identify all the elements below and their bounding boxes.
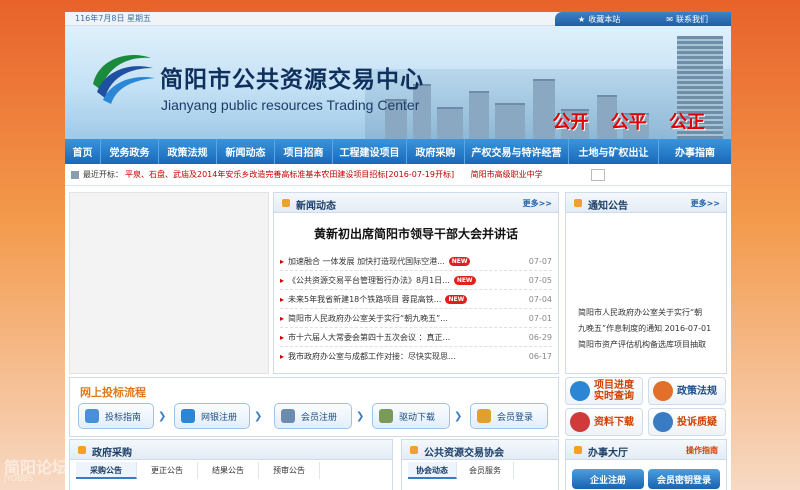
notice-title: 通知公告	[588, 201, 628, 212]
arrow-icon: ▸	[280, 276, 285, 285]
tab-result-notice[interactable]: 结果公告	[198, 462, 259, 479]
arrow-icon: ▸	[280, 257, 285, 266]
hall-title: 办事大厅	[588, 448, 628, 459]
progress-query-button[interactable]: 项目进度 实时查询	[565, 377, 643, 405]
association-tabs: 协会动态 会员服务	[408, 462, 514, 479]
key-login-button[interactable]: 会员密钥登录	[648, 469, 720, 489]
notice-header: 通知公告 更多>>	[566, 193, 726, 213]
flow-title: 网上投标流程	[80, 386, 146, 399]
arrow-icon: ▸	[280, 333, 285, 342]
news-list: ▸ 加速融合 一体发展 加快打造现代国际空港... NEW 07-07 ▸ 《公共资源交…	[274, 252, 558, 366]
login-icon	[477, 409, 491, 423]
complaint-button[interactable]: 投诉质疑	[648, 408, 726, 436]
progress-icon	[570, 381, 590, 401]
download-button[interactable]: 资料下载	[565, 408, 643, 436]
arrow-icon: ❯	[158, 411, 167, 422]
notice-scroll[interactable]: 简阳市人民政府办公室关于实行“朝 九晚五”作息制度的通知 2016-07-01 …	[578, 305, 722, 353]
bank-register-button[interactable]: 网银注册	[174, 403, 250, 429]
association-bullet-icon	[410, 446, 418, 454]
service-hall-panel: 办事大厅 操作指南 企业注册 会员密钥登录	[565, 439, 727, 490]
news-title: 新闻动态	[296, 201, 336, 212]
image-slideshow[interactable]	[69, 192, 269, 374]
notice-line: 九晚五”作息制度的通知 2016-07-01	[578, 324, 712, 333]
member-register-button[interactable]: 会员注册	[274, 403, 352, 429]
news-more-link[interactable]: 更多>>	[523, 198, 552, 209]
policy-icon	[653, 381, 673, 401]
tab-prequalification-notice[interactable]: 预审公告	[259, 462, 320, 479]
news-item[interactable]: ▸ 未来5年我省新建18个铁路项目 蓉昆高铁... NEW 07-04	[280, 290, 552, 309]
hall-header: 办事大厅 操作指南	[566, 440, 726, 460]
notice-panel: 通知公告 更多>> 简阳市人民政府办公室关于实行“朝 九晚五”作息制度的通知 2…	[565, 192, 727, 374]
procurement-bullet-icon	[78, 446, 86, 454]
procurement-title: 政府采购	[92, 448, 132, 459]
arrow-icon: ▸	[280, 295, 285, 304]
news-header: 新闻动态 更多>>	[274, 193, 558, 213]
arrow-icon: ▸	[280, 314, 285, 323]
bid-guide-button[interactable]: 投标指南	[78, 403, 154, 429]
news-item[interactable]: ▸ 我市政府办公室与成都工作对接：尽快实现思... 06-17	[280, 347, 552, 366]
notice-line: 简阳市人民政府办公室关于实行“朝	[578, 308, 703, 317]
news-panel: 新闻动态 更多>> 黄新初出席简阳市领导干部大会并讲话 ▸ 加速融合 一体发展 加…	[273, 192, 559, 374]
policy-button[interactable]: 政策法规	[648, 377, 726, 405]
download-icon	[570, 412, 590, 432]
new-badge: NEW	[448, 257, 471, 266]
complaint-icon	[653, 412, 673, 432]
company-register-button[interactable]: 企业注册	[572, 469, 644, 489]
notice-bullet-icon	[574, 199, 582, 207]
news-item[interactable]: ▸ 简阳市人民政府办公室关于实行“朝九晚五”... 07-01	[280, 309, 552, 328]
arrow-icon: ❯	[254, 411, 263, 422]
hall-bullet-icon	[574, 446, 582, 454]
notice-more-link[interactable]: 更多>>	[691, 198, 720, 209]
arrow-icon: ▸	[280, 352, 285, 361]
arrow-icon: ❯	[454, 411, 463, 422]
new-badge: NEW	[445, 295, 468, 304]
watermark-text: JYOBBS	[4, 474, 34, 483]
notice-line: 简阳市资产评估机构备选库项目抽取	[578, 340, 706, 349]
procurement-tabs: 采购公告 更正公告 结果公告 预审公告	[76, 462, 320, 479]
tab-procurement-notice[interactable]: 采购公告	[76, 462, 137, 479]
tab-member-service[interactable]: 会员服务	[457, 462, 514, 479]
association-header: 公共资源交易协会	[402, 440, 558, 460]
tab-association-news[interactable]: 协会动态	[408, 462, 457, 479]
content-area: 新闻动态 更多>> 黄新初出席简阳市领导干部大会并讲话 ▸ 加速融合 一体发展 加…	[65, 12, 731, 490]
operation-guide-link[interactable]: 操作指南	[686, 445, 718, 456]
driver-download-button[interactable]: 驱动下载	[372, 403, 450, 429]
arrow-icon: ❯	[356, 411, 365, 422]
news-headline[interactable]: 黄新初出席简阳市领导干部大会并讲话	[274, 225, 558, 242]
news-item[interactable]: ▸ 加速融合 一体发展 加快打造现代国际空港... NEW 07-07	[280, 252, 552, 271]
download-icon	[379, 409, 393, 423]
association-panel: 公共资源交易协会 协会动态 会员服务	[401, 439, 559, 490]
new-badge: NEW	[453, 276, 476, 285]
news-item[interactable]: ▸ 《公共资源交易平台管理暂行办法》8月1日... NEW 07-05	[280, 271, 552, 290]
association-title: 公共资源交易协会	[424, 448, 504, 459]
bidding-flow-panel: 网上投标流程 投标指南 ❯ 网银注册 ❯ 会员注册 ❯ 驱动下载 ❯ 会员登录	[69, 377, 559, 437]
procurement-panel: 政府采购 采购公告 更正公告 结果公告 预审公告	[69, 439, 393, 490]
guide-icon	[85, 409, 99, 423]
procurement-header: 政府采购	[70, 440, 392, 460]
member-login-button[interactable]: 会员登录	[470, 403, 548, 429]
member-icon	[281, 409, 295, 423]
news-item[interactable]: ▸ 市十六届人大常委会第四十五次会议 ：真正... 06-29	[280, 328, 552, 347]
bank-icon	[181, 409, 195, 423]
news-bullet-icon	[282, 199, 290, 207]
tab-correction-notice[interactable]: 更正公告	[137, 462, 198, 479]
